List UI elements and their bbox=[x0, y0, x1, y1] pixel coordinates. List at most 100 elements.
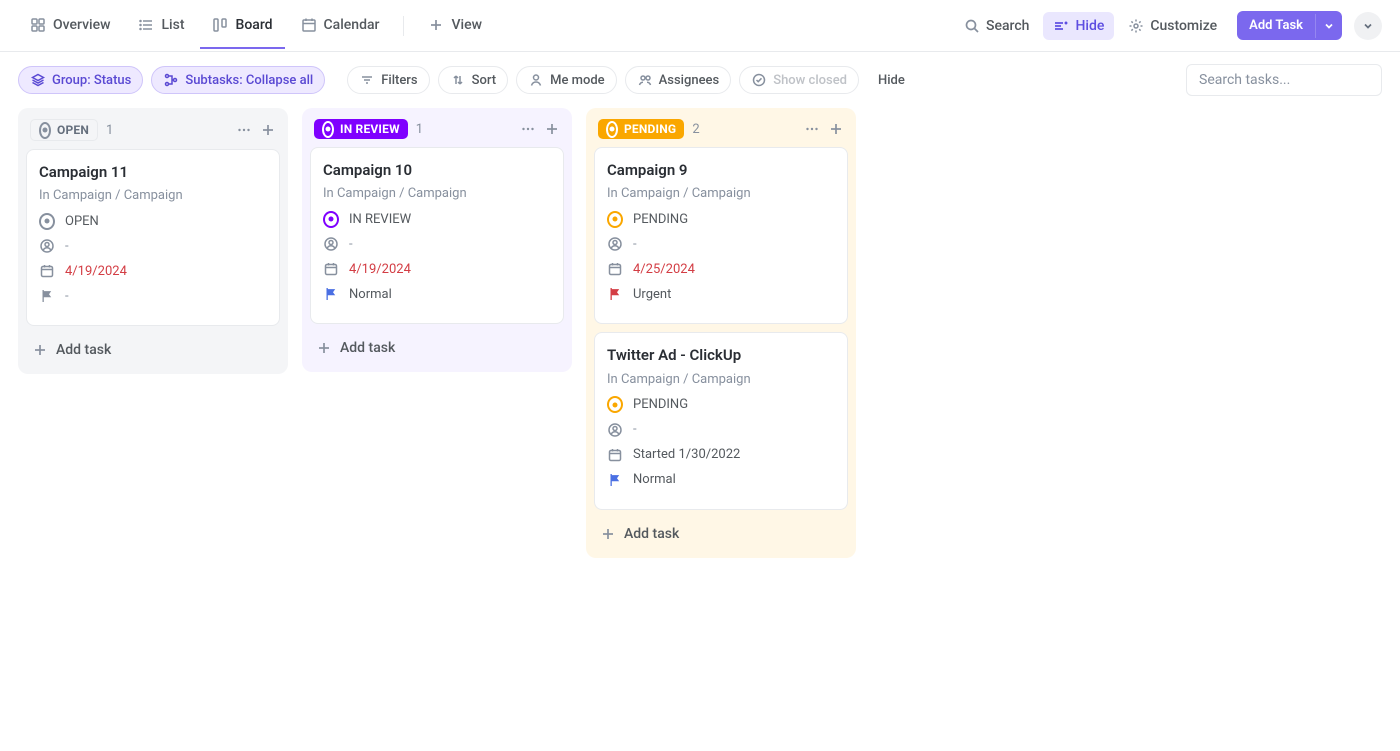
top-nav: Overview List Board Calendar View Search… bbox=[0, 0, 1400, 52]
tab-list[interactable]: List bbox=[126, 3, 196, 49]
search-input[interactable] bbox=[1186, 64, 1382, 96]
card-date: 4/25/2024 bbox=[633, 262, 695, 277]
card-priority-row: - bbox=[39, 288, 267, 304]
group-chip[interactable]: Group: Status bbox=[18, 66, 143, 94]
filters-chip[interactable]: Filters bbox=[347, 66, 429, 94]
hide-button[interactable]: Hide bbox=[1043, 12, 1114, 40]
card-assignee: - bbox=[633, 237, 637, 252]
layers-icon bbox=[30, 72, 46, 88]
search-button[interactable]: Search bbox=[954, 12, 1039, 40]
card-status-row: OPEN bbox=[39, 213, 267, 229]
board-column: IN REVIEW 1 Campaign 10 In Campaign / Ca… bbox=[302, 108, 572, 372]
more-menu[interactable] bbox=[1354, 12, 1382, 40]
tab-calendar[interactable]: Calendar bbox=[289, 3, 392, 49]
add-task-dropdown[interactable] bbox=[1315, 14, 1342, 38]
column-add-icon[interactable] bbox=[260, 122, 276, 138]
card-assignee: - bbox=[349, 237, 353, 252]
task-card[interactable]: Campaign 10 In Campaign / Campaign IN RE… bbox=[310, 147, 564, 324]
card-title: Campaign 9 bbox=[607, 160, 835, 180]
card-priority-row: Normal bbox=[323, 286, 551, 302]
status-pill: IN REVIEW bbox=[314, 119, 408, 139]
column-add-task[interactable]: Add task bbox=[310, 332, 564, 364]
tab-overview[interactable]: Overview bbox=[18, 3, 122, 49]
person-icon bbox=[323, 236, 339, 252]
column-add-icon[interactable] bbox=[544, 121, 560, 137]
card-priority: - bbox=[65, 289, 69, 304]
status-ring-icon bbox=[607, 397, 623, 413]
column-actions bbox=[236, 122, 276, 138]
tab-board[interactable]: Board bbox=[200, 3, 284, 49]
show-closed-chip[interactable]: Show closed bbox=[739, 66, 859, 94]
assignees-chip[interactable]: Assignees bbox=[625, 66, 732, 94]
search-box bbox=[1186, 64, 1382, 96]
flag-icon bbox=[323, 286, 339, 302]
column-count: 1 bbox=[416, 122, 423, 137]
subtasks-chip[interactable]: Subtasks: Collapse all bbox=[151, 66, 325, 94]
chip-label: Subtasks: Collapse all bbox=[185, 73, 313, 88]
separator bbox=[403, 16, 404, 36]
column-more-icon[interactable] bbox=[804, 121, 820, 137]
hide-label: Hide bbox=[1075, 18, 1104, 34]
filter-icon bbox=[359, 72, 375, 88]
card-title: Twitter Ad - ClickUp bbox=[607, 345, 835, 365]
check-circle-icon bbox=[751, 72, 767, 88]
task-card[interactable]: Campaign 9 In Campaign / Campaign PENDIN… bbox=[594, 147, 848, 324]
card-breadcrumb: In Campaign / Campaign bbox=[607, 186, 835, 201]
search-label: Search bbox=[986, 18, 1029, 34]
card-assignee-row: - bbox=[323, 236, 551, 252]
cards-container: Campaign 10 In Campaign / Campaign IN RE… bbox=[310, 147, 564, 324]
task-card[interactable]: Twitter Ad - ClickUp In Campaign / Campa… bbox=[594, 332, 848, 509]
nav-actions: Search Hide Customize Add Task bbox=[954, 11, 1382, 40]
customize-button[interactable]: Customize bbox=[1118, 12, 1227, 40]
card-title: Campaign 11 bbox=[39, 162, 267, 182]
column-actions bbox=[520, 121, 560, 137]
column-add-icon[interactable] bbox=[828, 121, 844, 137]
card-breadcrumb: In Campaign / Campaign bbox=[607, 372, 835, 387]
flag-icon bbox=[39, 288, 55, 304]
column-count: 1 bbox=[106, 123, 113, 138]
card-priority-row: Urgent bbox=[607, 286, 835, 302]
card-priority: Urgent bbox=[633, 287, 671, 302]
card-status: IN REVIEW bbox=[349, 212, 411, 227]
tab-label: Board bbox=[235, 17, 272, 33]
status-pill: PENDING bbox=[598, 119, 684, 139]
task-card[interactable]: Campaign 11 In Campaign / Campaign OPEN … bbox=[26, 149, 280, 326]
customize-label: Customize bbox=[1150, 18, 1217, 34]
toolbar: Group: Status Subtasks: Collapse all Fil… bbox=[0, 52, 1400, 108]
card-date: 4/19/2024 bbox=[65, 264, 127, 279]
card-breadcrumb: In Campaign / Campaign bbox=[323, 186, 551, 201]
status-label: OPEN bbox=[57, 123, 89, 137]
chip-label: Me mode bbox=[550, 73, 605, 88]
hide-icon bbox=[1053, 18, 1069, 34]
status-ring-icon bbox=[606, 123, 618, 135]
tab-label: Overview bbox=[53, 17, 110, 33]
person-icon bbox=[528, 72, 544, 88]
me-mode-chip[interactable]: Me mode bbox=[516, 66, 617, 94]
sort-chip[interactable]: Sort bbox=[438, 66, 509, 94]
card-date-row: 4/19/2024 bbox=[323, 261, 551, 277]
nav-tabs: Overview List Board Calendar View bbox=[18, 3, 494, 49]
add-task-label[interactable]: Add Task bbox=[1237, 11, 1315, 40]
add-task-label: Add task bbox=[340, 340, 395, 356]
card-assignee-row: - bbox=[607, 422, 835, 438]
board: OPEN 1 Campaign 11 In Campaign / Campaig… bbox=[0, 108, 1400, 578]
chip-label: Hide bbox=[878, 73, 905, 88]
plus-icon bbox=[316, 340, 332, 356]
column-header: PENDING 2 bbox=[594, 116, 848, 147]
column-add-task[interactable]: Add task bbox=[594, 518, 848, 550]
add-view-button[interactable]: View bbox=[416, 3, 494, 49]
chip-label: Sort bbox=[472, 73, 497, 88]
status-label: PENDING bbox=[624, 122, 676, 136]
column-more-icon[interactable] bbox=[236, 122, 252, 138]
add-task-button[interactable]: Add Task bbox=[1237, 11, 1342, 40]
card-assignee: - bbox=[633, 422, 637, 437]
hide-chip[interactable]: Hide bbox=[867, 68, 916, 93]
card-status: PENDING bbox=[633, 212, 688, 227]
column-more-icon[interactable] bbox=[520, 121, 536, 137]
add-task-label: Add task bbox=[56, 342, 111, 358]
card-date: Started 1/30/2022 bbox=[633, 447, 740, 462]
status-ring-icon bbox=[322, 123, 334, 135]
calendar-icon bbox=[607, 261, 623, 277]
column-add-task[interactable]: Add task bbox=[26, 334, 280, 366]
calendar-icon bbox=[301, 17, 317, 33]
